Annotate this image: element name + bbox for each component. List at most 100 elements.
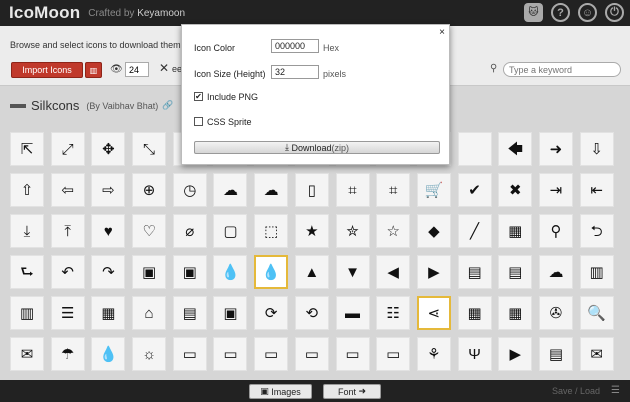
icon-cell[interactable]: ⌗ (376, 173, 411, 207)
icon-color-input[interactable] (271, 39, 319, 53)
icon-cell[interactable]: ✮ (335, 214, 370, 248)
icon-cell[interactable]: ⮌ (579, 214, 614, 248)
icon-cell[interactable]: 🡄 (498, 132, 533, 166)
icon-cell[interactable]: ✇ (538, 296, 573, 330)
icon-cell[interactable]: ▤ (498, 255, 533, 289)
icon-cell[interactable]: ⌂ (132, 296, 167, 330)
icon-cell[interactable]: ⬚ (254, 214, 289, 248)
icon-cell[interactable]: 🛒 (416, 173, 451, 207)
icon-cell[interactable]: ✖ (498, 173, 533, 207)
icon-cell[interactable]: ☁ (254, 173, 289, 207)
icon-cell[interactable]: ⋖ (416, 296, 451, 330)
collapse-bar-icon[interactable] (10, 103, 26, 108)
icon-cell[interactable]: ▢ (213, 214, 248, 248)
icon-cell[interactable]: ★ (294, 214, 329, 248)
icon-cell[interactable]: ▭ (294, 337, 329, 371)
icon-cell[interactable]: ☁ (538, 255, 573, 289)
icon-cell[interactable]: Ψ (457, 337, 492, 371)
icon-cell[interactable]: ▲ (294, 255, 329, 289)
icon-cell[interactable]: ▣ (172, 255, 207, 289)
icon-cell[interactable]: ▤ (172, 296, 207, 330)
link-icon[interactable]: 🔗 (162, 100, 173, 111)
icon-cell[interactable]: ⊕ (132, 173, 167, 207)
icon-cell[interactable]: ⟳ (254, 296, 289, 330)
stack-icon[interactable]: ☰ (611, 385, 620, 396)
icon-cell[interactable]: ▦ (91, 296, 126, 330)
tagline-author-link[interactable]: Keyamoon (137, 8, 185, 19)
icon-cell[interactable]: ▦ (498, 214, 533, 248)
icon-cell[interactable]: 💧 (254, 255, 289, 289)
app-logo[interactable]: IcoMoon (9, 3, 80, 23)
icon-cell[interactable]: 💧 (91, 337, 126, 371)
icon-cell[interactable]: ✉ (579, 337, 614, 371)
icon-cell[interactable]: ╱ (457, 214, 492, 248)
icon-cell[interactable]: ⚘ (416, 337, 451, 371)
save-load-link[interactable]: Save / Load (552, 386, 600, 396)
icon-cell[interactable]: ➜ (538, 132, 573, 166)
help-icon[interactable]: ? (551, 3, 570, 22)
icon-cell[interactable]: ▭ (172, 337, 207, 371)
icon-cell[interactable]: ▼ (335, 255, 370, 289)
icon-cell[interactable]: ↶ (50, 255, 85, 289)
icon-cell[interactable]: ⇩ (579, 132, 614, 166)
close-icon[interactable]: × (439, 27, 445, 38)
font-button[interactable]: Font ➜ (323, 384, 381, 399)
icon-cell[interactable]: ⌗ (335, 173, 370, 207)
icon-cell[interactable]: ▭ (335, 337, 370, 371)
icon-cell[interactable]: ⤒ (50, 214, 85, 248)
icon-cell[interactable]: ◷ (172, 173, 207, 207)
icon-cell[interactable]: ⇦ (50, 173, 85, 207)
icon-cell[interactable]: ▣ (213, 296, 248, 330)
icon-cell[interactable]: ☼ (132, 337, 167, 371)
icon-cell[interactable]: ⤓ (10, 214, 44, 248)
icon-size-input[interactable] (271, 65, 319, 79)
images-button[interactable]: ▣ Images (249, 384, 312, 399)
icon-cell[interactable]: ▶ (498, 337, 533, 371)
icon-cell[interactable]: ◀ (376, 255, 411, 289)
icon-cell[interactable]: ▦ (457, 296, 492, 330)
icon-cell[interactable]: ▯ (294, 173, 329, 207)
icon-cell[interactable]: ◆ (416, 214, 451, 248)
icon-cell[interactable]: ♥ (91, 214, 126, 248)
icon-cell[interactable]: ↷ (91, 255, 126, 289)
icon-cell[interactable]: ⇱ (10, 132, 44, 166)
icon-cell[interactable]: ▥ (579, 255, 614, 289)
icon-cell[interactable]: ☷ (376, 296, 411, 330)
download-button[interactable]: ⤓ Download (zip) (194, 141, 440, 154)
smiley-icon[interactable]: ☺ (578, 3, 597, 22)
icon-cell[interactable]: ✥ (91, 132, 126, 166)
github-cat-icon[interactable]: 🐱 (524, 3, 543, 22)
icon-cell[interactable]: ▬ (335, 296, 370, 330)
library-button[interactable]: ▥ (85, 62, 102, 78)
icon-cell[interactable]: ⤢ (50, 132, 85, 166)
icon-cell[interactable]: ▶ (416, 255, 451, 289)
icon-cell[interactable]: ☁ (213, 173, 248, 207)
icon-cell[interactable]: ▭ (254, 337, 289, 371)
close-icon[interactable]: ✕ (159, 61, 169, 75)
icon-cell[interactable]: ▥ (10, 296, 44, 330)
include-png-checkbox[interactable]: ✔ (194, 92, 203, 101)
search-input[interactable] (503, 62, 621, 77)
icon-cell[interactable]: ▤ (457, 255, 492, 289)
icon-cell[interactable]: ▭ (213, 337, 248, 371)
icon-cell[interactable]: 💧 (213, 255, 248, 289)
icon-cell[interactable]: ✔ (457, 173, 492, 207)
icon-cell[interactable]: ⇨ (91, 173, 126, 207)
icon-cell[interactable]: ⇤ (579, 173, 614, 207)
icon-cell[interactable]: ▦ (498, 296, 533, 330)
icon-cell[interactable]: ✉ (10, 337, 44, 371)
icon-cell[interactable]: ⮑ (10, 255, 44, 289)
icon-cell[interactable]: ☰ (50, 296, 85, 330)
icon-cell[interactable]: ⇧ (10, 173, 44, 207)
icon-cell[interactable]: ⌀ (172, 214, 207, 248)
icon-cell[interactable]: ⇥ (538, 173, 573, 207)
icon-cell[interactable]: ☆ (376, 214, 411, 248)
power-icon[interactable]: ⏻ (605, 3, 624, 22)
import-icons-button[interactable]: Import Icons (11, 62, 83, 78)
icon-cell[interactable]: ☂ (50, 337, 85, 371)
grid-size-input[interactable] (125, 62, 149, 77)
css-sprite-checkbox[interactable] (194, 117, 203, 126)
icon-cell[interactable]: ▤ (538, 337, 573, 371)
icon-cell[interactable]: 🔍 (579, 296, 614, 330)
icon-cell[interactable]: ⟲ (294, 296, 329, 330)
